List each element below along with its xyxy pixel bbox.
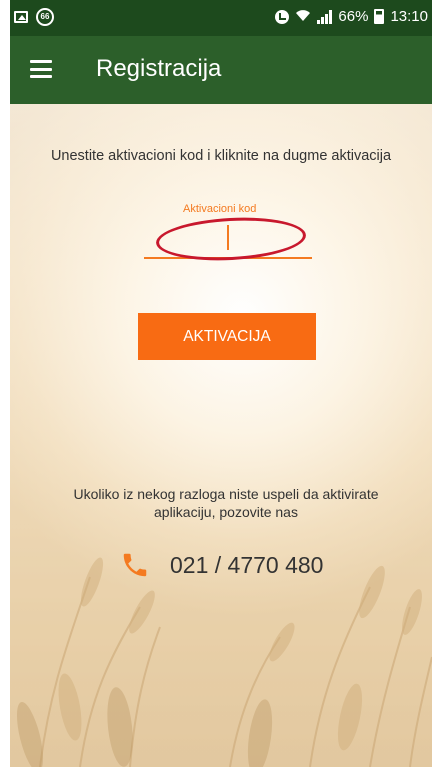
status-right: 66% 13:10 <box>275 8 428 25</box>
wheat-field-background <box>16 557 432 767</box>
wifi-icon <box>295 8 311 25</box>
phone-number: 021 / 4770 480 <box>170 551 324 578</box>
alarm-icon <box>275 9 290 24</box>
instruction-text: Unestite aktivacioni kod i kliknite na d… <box>50 148 392 164</box>
activate-button[interactable]: AKTIVACIJA <box>138 313 316 360</box>
screen: 66 66% 13:10 Registracija Unestite aktiv… <box>0 0 432 767</box>
status-left: 66 <box>14 8 54 26</box>
battery-percent: 66% <box>338 8 369 25</box>
device: 66 66% 13:10 Registracija Unestite aktiv… <box>10 0 432 767</box>
status-time: 13:10 <box>390 8 428 25</box>
registration-content: Unestite aktivacioni kod i kliknite na d… <box>10 104 432 767</box>
notification-badge-icon: 66 <box>36 8 54 26</box>
app-bar: Registracija <box>10 36 432 104</box>
page-title: Registracija <box>96 55 222 82</box>
signal-icon <box>317 9 333 24</box>
phone-icon <box>123 553 147 577</box>
activation-code-label: Aktivacioni kod <box>183 203 257 215</box>
battery-icon <box>374 9 385 24</box>
gallery-icon <box>14 11 28 23</box>
status-bar: 66 66% 13:10 <box>10 0 432 36</box>
phone-link[interactable]: 021 / 4770 480 <box>120 550 323 580</box>
hamburger-menu-icon[interactable] <box>30 60 52 78</box>
help-text: Ukoliko iz nekog razloga niste uspeli da… <box>73 486 379 520</box>
